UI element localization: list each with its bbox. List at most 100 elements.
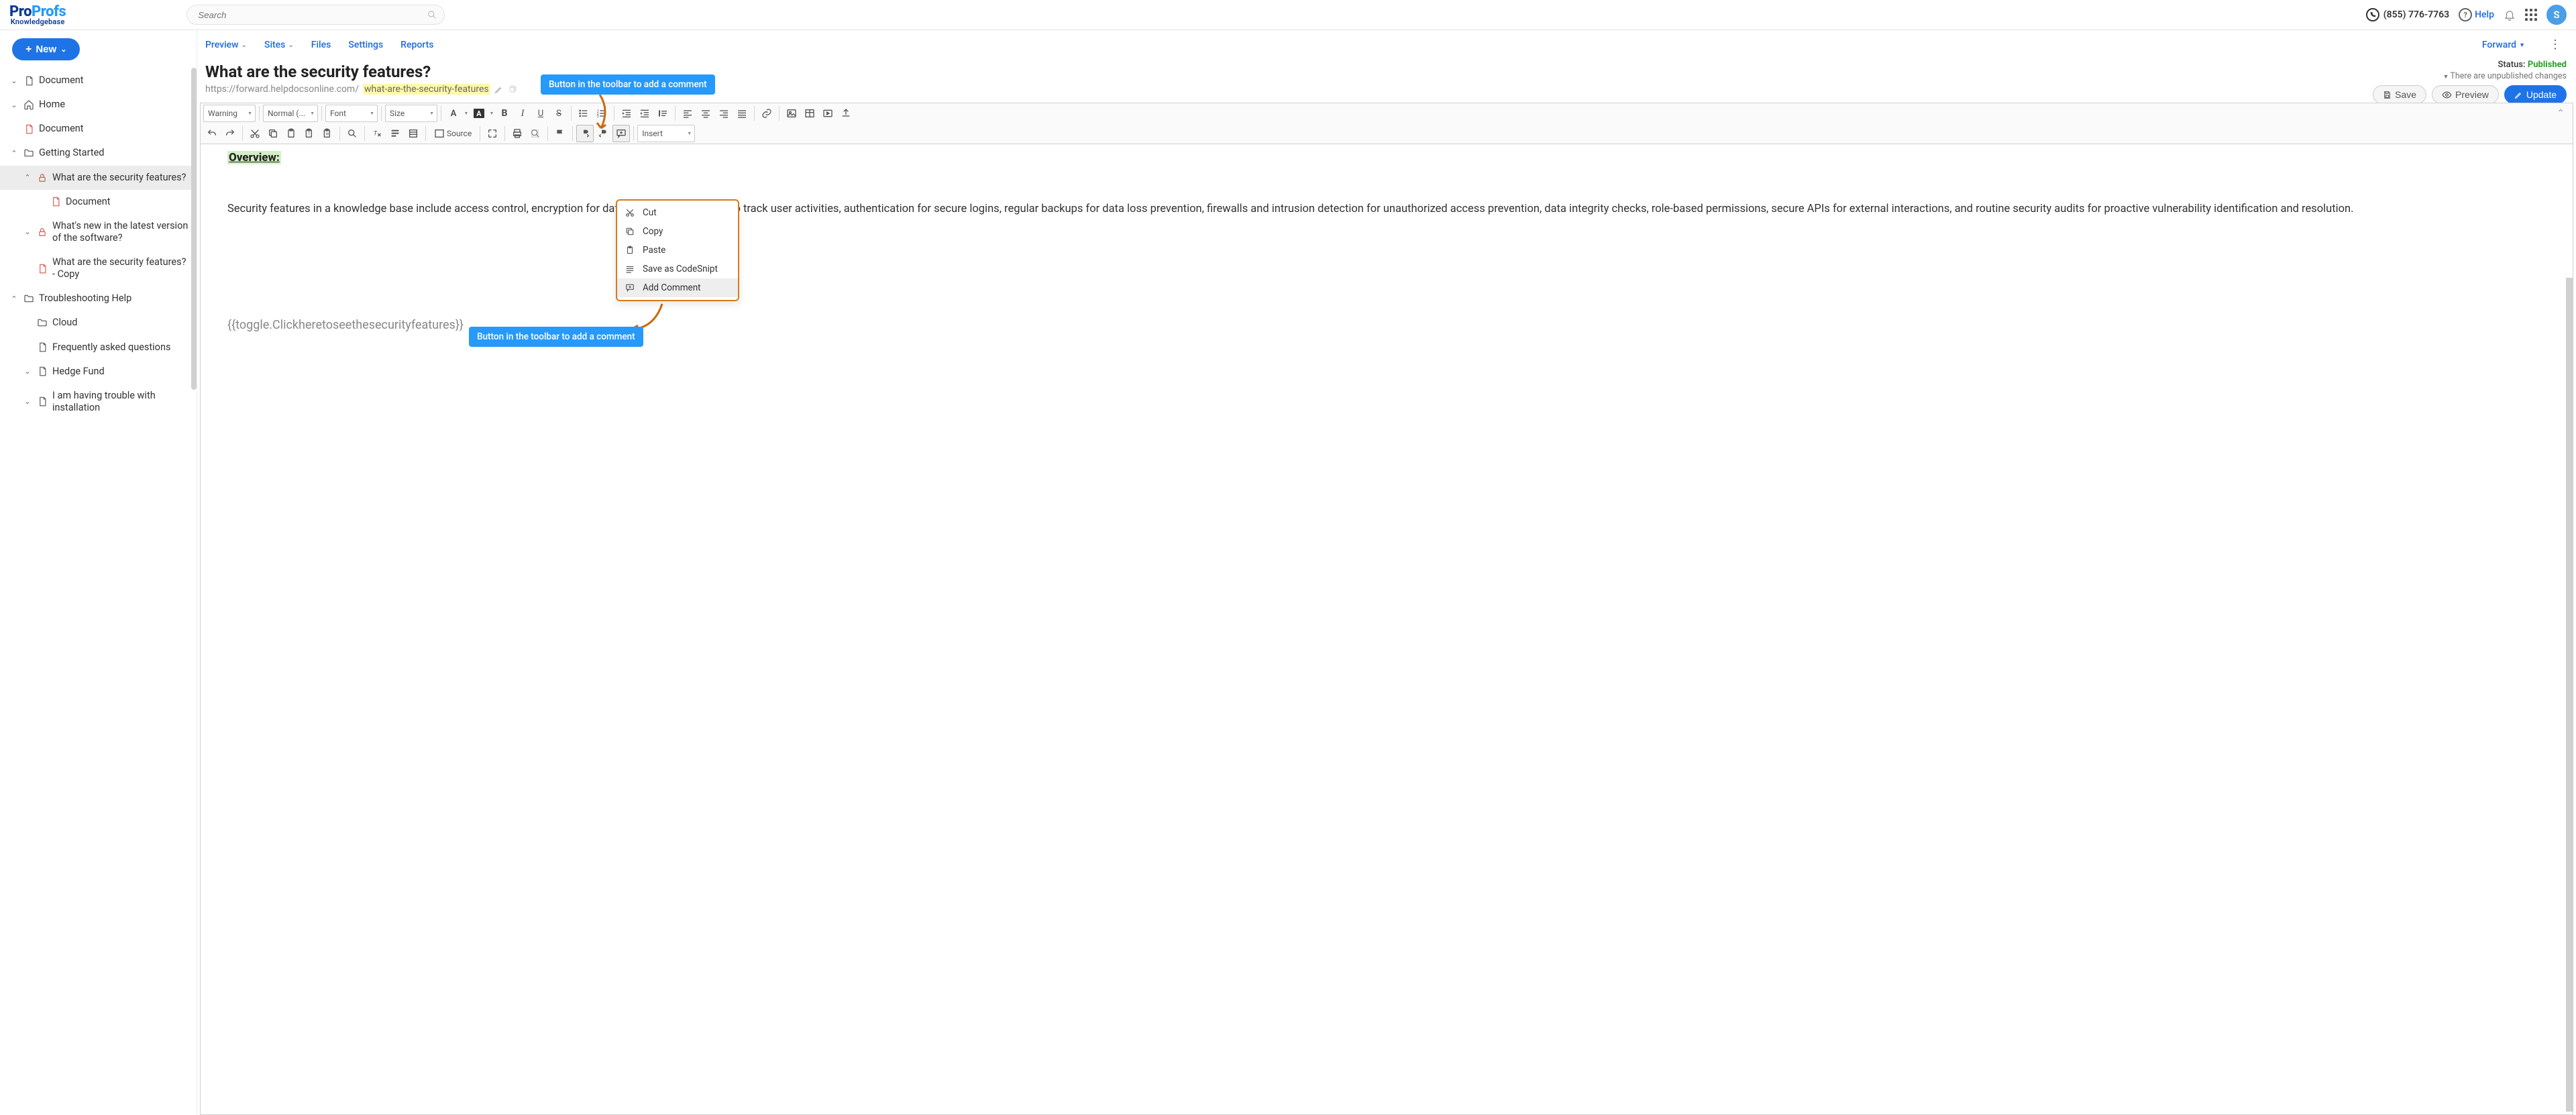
combo-insert[interactable]: Insert xyxy=(637,125,695,142)
tree-item[interactable]: ⌄What's new in the latest version of the… xyxy=(0,214,197,250)
tree-toggle-icon[interactable]: ⌃ xyxy=(23,173,32,182)
tree-item[interactable]: Document xyxy=(0,117,197,141)
logo[interactable]: ProProfs Knowledgebase xyxy=(9,5,66,25)
paste-text-icon[interactable]: T xyxy=(301,125,318,142)
context-menu-item[interactable]: Copy xyxy=(617,222,738,241)
context-menu-item[interactable]: Save as CodeSnipt xyxy=(617,260,738,278)
url-slug[interactable]: what-are-the-security-features xyxy=(363,84,490,95)
tree-item[interactable]: ⌄Hedge Fund xyxy=(0,360,197,384)
tree-toggle-icon[interactable]: ⌃ xyxy=(9,149,19,158)
tree-item[interactable]: ⌄Document xyxy=(0,68,197,93)
video-icon[interactable] xyxy=(819,105,837,122)
tree-item[interactable]: ⌄I am having trouble with installation xyxy=(0,384,197,420)
text-color-icon[interactable]: A xyxy=(445,105,462,122)
remove-format-icon[interactable]: T xyxy=(368,125,386,142)
underline-icon[interactable]: U xyxy=(532,105,549,122)
upload-icon[interactable] xyxy=(837,105,855,122)
blockquote-icon[interactable] xyxy=(654,105,672,122)
cut-icon[interactable] xyxy=(246,125,264,142)
ltr-icon[interactable] xyxy=(576,125,594,142)
number-list-icon[interactable]: 123 xyxy=(593,105,610,122)
menu-sites[interactable]: Sites⌄ xyxy=(264,40,294,50)
menu-reports[interactable]: Reports xyxy=(400,40,433,50)
combo-size[interactable]: Size xyxy=(385,105,437,122)
combo-font[interactable]: Font xyxy=(325,105,378,122)
tree-item[interactable]: Document xyxy=(0,190,197,214)
menu-files[interactable]: Files xyxy=(311,40,331,50)
select-all-icon[interactable] xyxy=(386,125,404,142)
combo-styles[interactable]: Warning xyxy=(203,105,256,122)
indent-icon[interactable] xyxy=(636,105,653,122)
context-menu-item[interactable]: Add Comment xyxy=(617,278,738,297)
overview-heading[interactable]: Overview: xyxy=(227,151,281,164)
menu-preview[interactable]: Preview⌄ xyxy=(205,40,247,50)
tree-item[interactable]: ⌃Troubleshooting Help xyxy=(0,286,197,311)
find-icon[interactable] xyxy=(343,125,361,142)
paste-word-icon[interactable]: W xyxy=(319,125,336,142)
body-paragraph[interactable]: Security features in a knowledge base in… xyxy=(227,198,2546,221)
editor-scroll-thumb[interactable] xyxy=(2566,278,2573,1112)
tree-item[interactable]: What are the security features? - Copy xyxy=(0,250,197,286)
tree-toggle-icon[interactable]: ⌄ xyxy=(23,227,32,236)
redo-icon[interactable] xyxy=(221,125,239,142)
print-icon[interactable] xyxy=(508,125,526,142)
flag-icon[interactable] xyxy=(551,125,569,142)
context-menu-item[interactable]: Paste xyxy=(617,241,738,260)
source-button[interactable]: Source xyxy=(429,125,476,142)
update-button[interactable]: Update xyxy=(2504,85,2567,104)
sidebar-scroll-indicator[interactable] xyxy=(191,68,197,390)
tree-toggle-icon[interactable]: ⌃ xyxy=(9,295,19,303)
save-button[interactable]: Save xyxy=(2373,85,2426,104)
context-menu-item[interactable]: Cut xyxy=(617,203,738,222)
maximize-icon[interactable] xyxy=(484,125,501,142)
apps-grid-icon[interactable] xyxy=(2525,9,2537,21)
search-input[interactable] xyxy=(186,5,445,25)
combo-format[interactable]: Normal (... xyxy=(263,105,318,122)
preview-button[interactable]: Preview xyxy=(2432,85,2499,104)
show-blocks-icon[interactable] xyxy=(405,125,422,142)
dropdown-icon[interactable]: ▼ xyxy=(488,105,495,122)
italic-icon[interactable]: I xyxy=(514,105,531,122)
copy-icon[interactable] xyxy=(264,125,282,142)
tree-item[interactable]: ⌃What are the security features? xyxy=(0,166,197,190)
align-left-icon[interactable] xyxy=(679,105,696,122)
preview-icon[interactable] xyxy=(527,125,544,142)
tree-toggle-icon[interactable]: ⌄ xyxy=(23,397,32,406)
image-icon[interactable] xyxy=(783,105,800,122)
avatar[interactable]: S xyxy=(2546,5,2567,25)
search-icon[interactable] xyxy=(427,10,437,19)
align-center-icon[interactable] xyxy=(697,105,714,122)
phone-number[interactable]: (855) 776-7763 xyxy=(2366,8,2449,21)
gear-icon[interactable] xyxy=(507,85,517,95)
bold-icon[interactable]: B xyxy=(496,105,513,122)
menu-settings[interactable]: Settings xyxy=(348,40,383,50)
pencil-icon[interactable] xyxy=(494,85,503,94)
tree-toggle-icon[interactable]: ⌄ xyxy=(9,76,19,85)
link-icon[interactable] xyxy=(758,105,775,122)
editor-body[interactable]: Overview: Security features in a knowled… xyxy=(201,144,2573,1114)
align-right-icon[interactable] xyxy=(715,105,733,122)
bg-color-icon[interactable]: A xyxy=(470,105,488,122)
tree-item[interactable]: ⌃Getting Started xyxy=(0,141,197,165)
strike-icon[interactable]: S xyxy=(550,105,568,122)
tree-toggle-icon[interactable]: ⌄ xyxy=(23,367,32,376)
new-button[interactable]: + New ⌄ xyxy=(12,38,80,60)
bell-icon[interactable] xyxy=(2504,9,2516,21)
bullet-list-icon[interactable] xyxy=(575,105,592,122)
table-icon[interactable] xyxy=(801,105,818,122)
align-justify-icon[interactable] xyxy=(733,105,751,122)
rtl-icon[interactable] xyxy=(594,125,612,142)
status-value[interactable]: Published xyxy=(2528,60,2567,70)
dropdown-icon[interactable]: ▼ xyxy=(463,105,470,122)
add-comment-icon[interactable] xyxy=(612,125,630,142)
tree-toggle-icon[interactable]: ⌄ xyxy=(9,101,19,109)
kebab-menu-icon[interactable]: ⋮ xyxy=(2542,39,2568,51)
tree-item[interactable]: ⌄Home xyxy=(0,93,197,117)
forward-dropdown[interactable]: Forward ▼ xyxy=(2482,40,2525,50)
tree-item[interactable]: Frequently asked questions xyxy=(0,335,197,360)
outdent-icon[interactable] xyxy=(618,105,635,122)
help-link[interactable]: ? Help xyxy=(2459,8,2494,21)
paste-icon[interactable] xyxy=(282,125,300,142)
undo-icon[interactable] xyxy=(203,125,221,142)
tree-item[interactable]: Cloud xyxy=(0,311,197,335)
